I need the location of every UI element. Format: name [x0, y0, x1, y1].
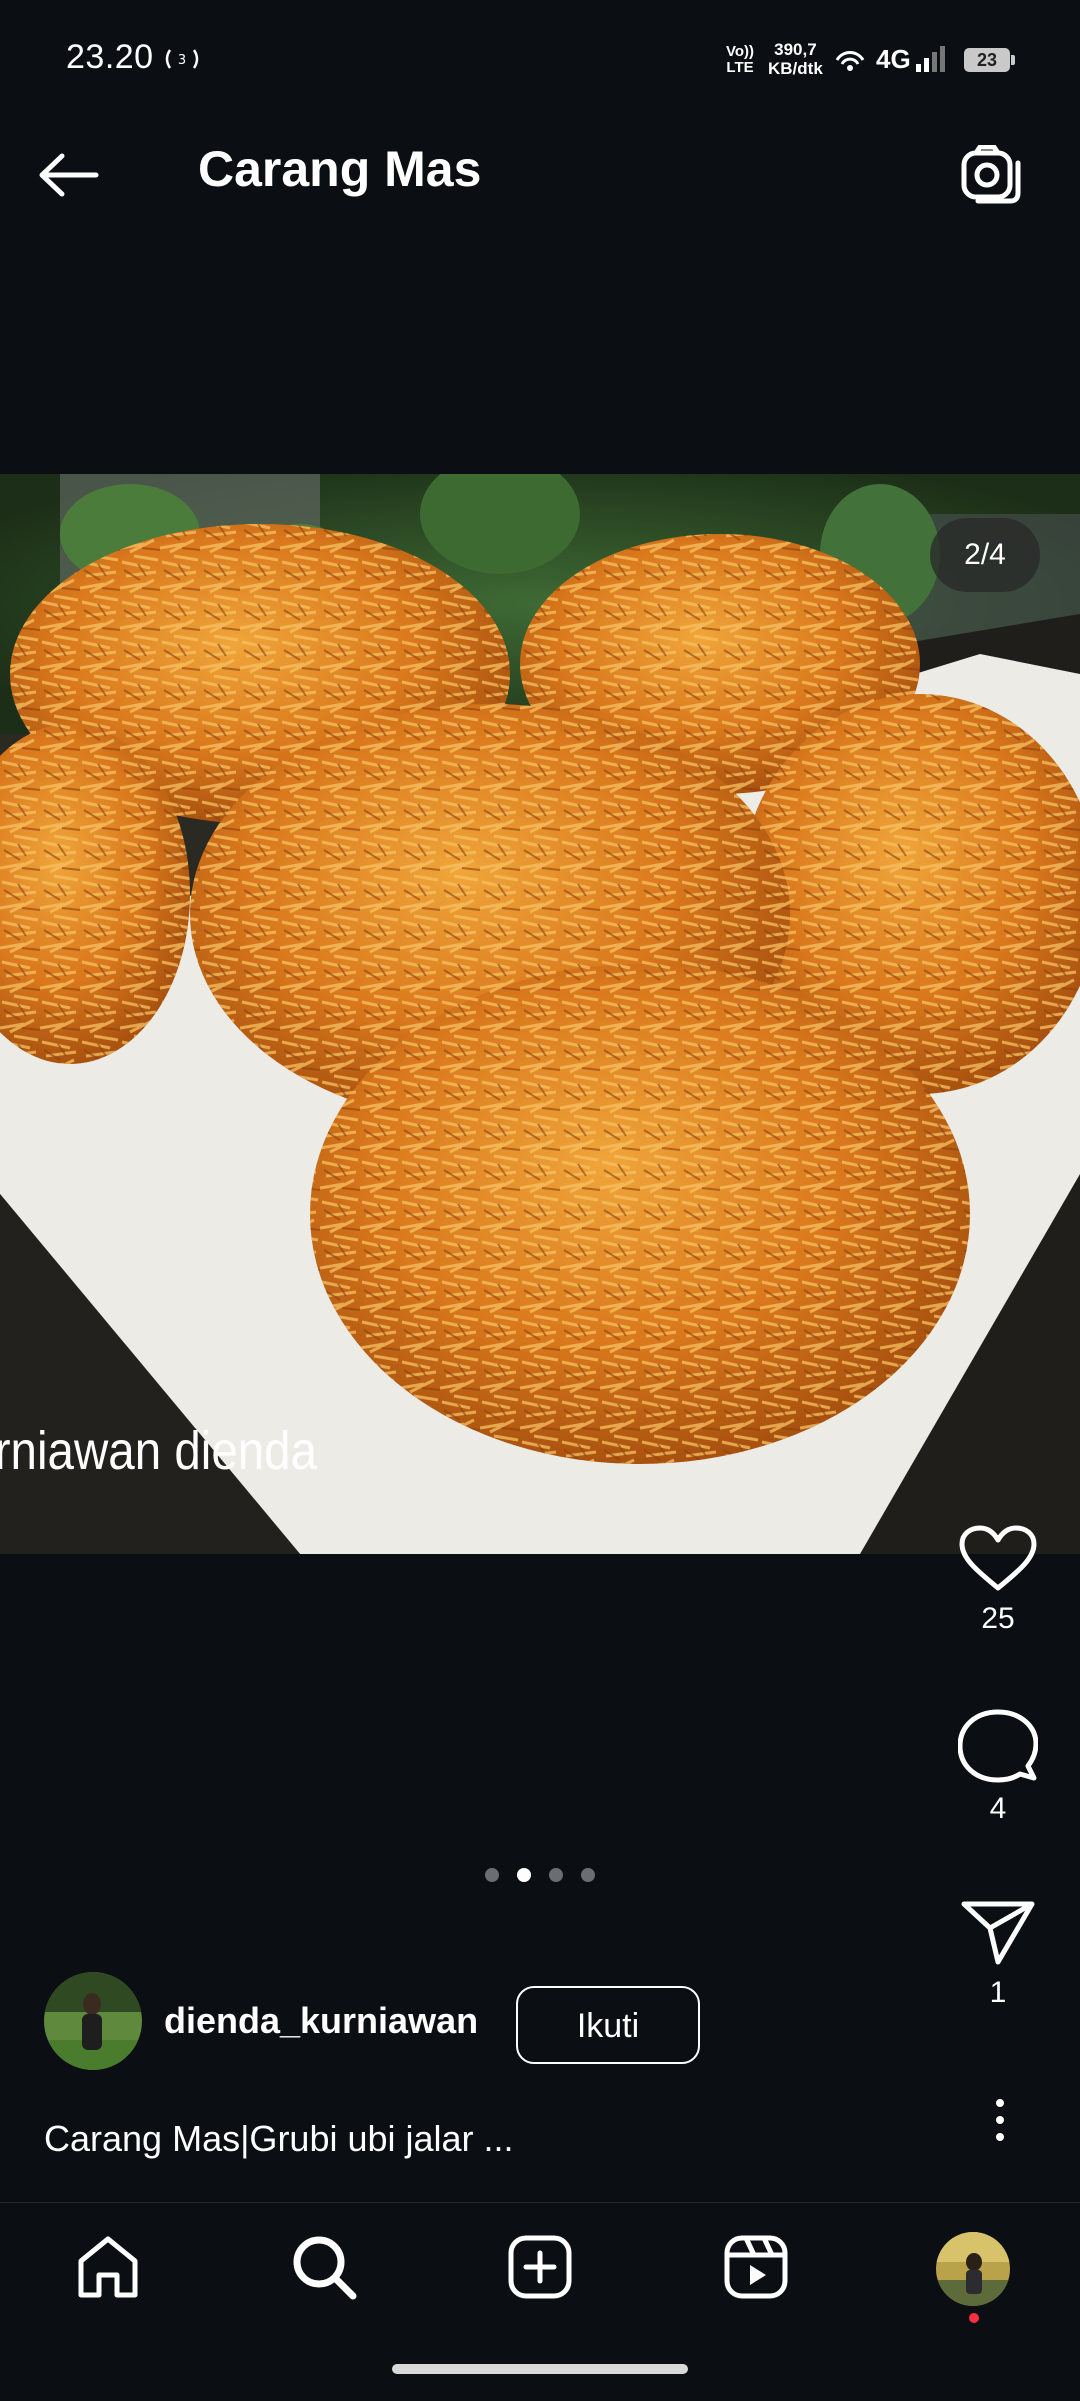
food-photo: rniawan dienda: [0, 474, 1080, 1554]
carousel-counter: 2/4: [930, 518, 1040, 592]
more-dot: [996, 2116, 1004, 2124]
volte-indicator: Vo)) LTE: [726, 43, 755, 76]
follow-button[interactable]: Ikuti: [516, 1986, 700, 2064]
battery-icon: 23: [964, 48, 1010, 72]
create-icon: [508, 2235, 572, 2299]
share-button[interactable]: 1: [953, 1898, 1043, 2010]
camera-button[interactable]: [952, 140, 1032, 210]
carousel-dots: [485, 1868, 595, 1882]
nav-search[interactable]: [284, 2232, 364, 2302]
more-options-button[interactable]: [980, 2090, 1020, 2150]
svg-text:3: 3: [178, 53, 186, 68]
carousel-dot: [549, 1868, 563, 1882]
carousel-dot-active: [517, 1868, 531, 1882]
wifi-icon: [835, 50, 865, 71]
more-dot: [996, 2099, 1004, 2107]
arrow-left-icon: [39, 153, 99, 197]
post-caption[interactable]: Carang Mas|Grubi ubi jalar ...: [44, 2118, 514, 2160]
camera-icon: [961, 145, 1021, 204]
page-title: Carang Mas: [198, 141, 482, 197]
network-type: 4G: [876, 44, 911, 74]
nav-home[interactable]: [68, 2232, 148, 2302]
network-speed: 390,7 KB/dtk: [768, 40, 823, 78]
carousel-dot: [485, 1868, 499, 1882]
post-image[interactable]: rniawan dienda: [0, 474, 1080, 1554]
home-indicator[interactable]: [392, 2364, 688, 2374]
send-icon: [961, 1901, 1035, 1965]
nav-create[interactable]: [500, 2232, 580, 2302]
author-avatar[interactable]: [44, 1972, 142, 2070]
like-button[interactable]: 25: [953, 1524, 1043, 1636]
home-icon: [78, 2236, 138, 2298]
reels-icon: [724, 2235, 788, 2299]
author-username[interactable]: dienda_kurniawan: [164, 2000, 478, 2042]
image-watermark: rniawan dienda: [0, 1420, 318, 1481]
status-time: 23.20: [66, 38, 154, 76]
back-button[interactable]: [36, 140, 116, 210]
more-dot: [996, 2133, 1004, 2141]
heart-icon: [959, 1525, 1037, 1591]
share-count: 1: [989, 1976, 1007, 2009]
search-icon: [293, 2236, 357, 2300]
nav-reels[interactable]: [716, 2232, 796, 2302]
signal-icon: [916, 46, 945, 72]
comment-button[interactable]: 4: [953, 1708, 1043, 1826]
like-count: 25: [981, 1602, 1015, 1635]
comment-icon: [958, 1709, 1038, 1783]
carousel-dot: [581, 1868, 595, 1882]
notification-dot: [969, 2313, 979, 2323]
nav-profile-avatar[interactable]: [936, 2232, 1010, 2306]
comment-count: 4: [989, 1792, 1007, 1825]
battery-tip: [1011, 55, 1015, 65]
hotspot-icon: 3: [165, 49, 199, 69]
